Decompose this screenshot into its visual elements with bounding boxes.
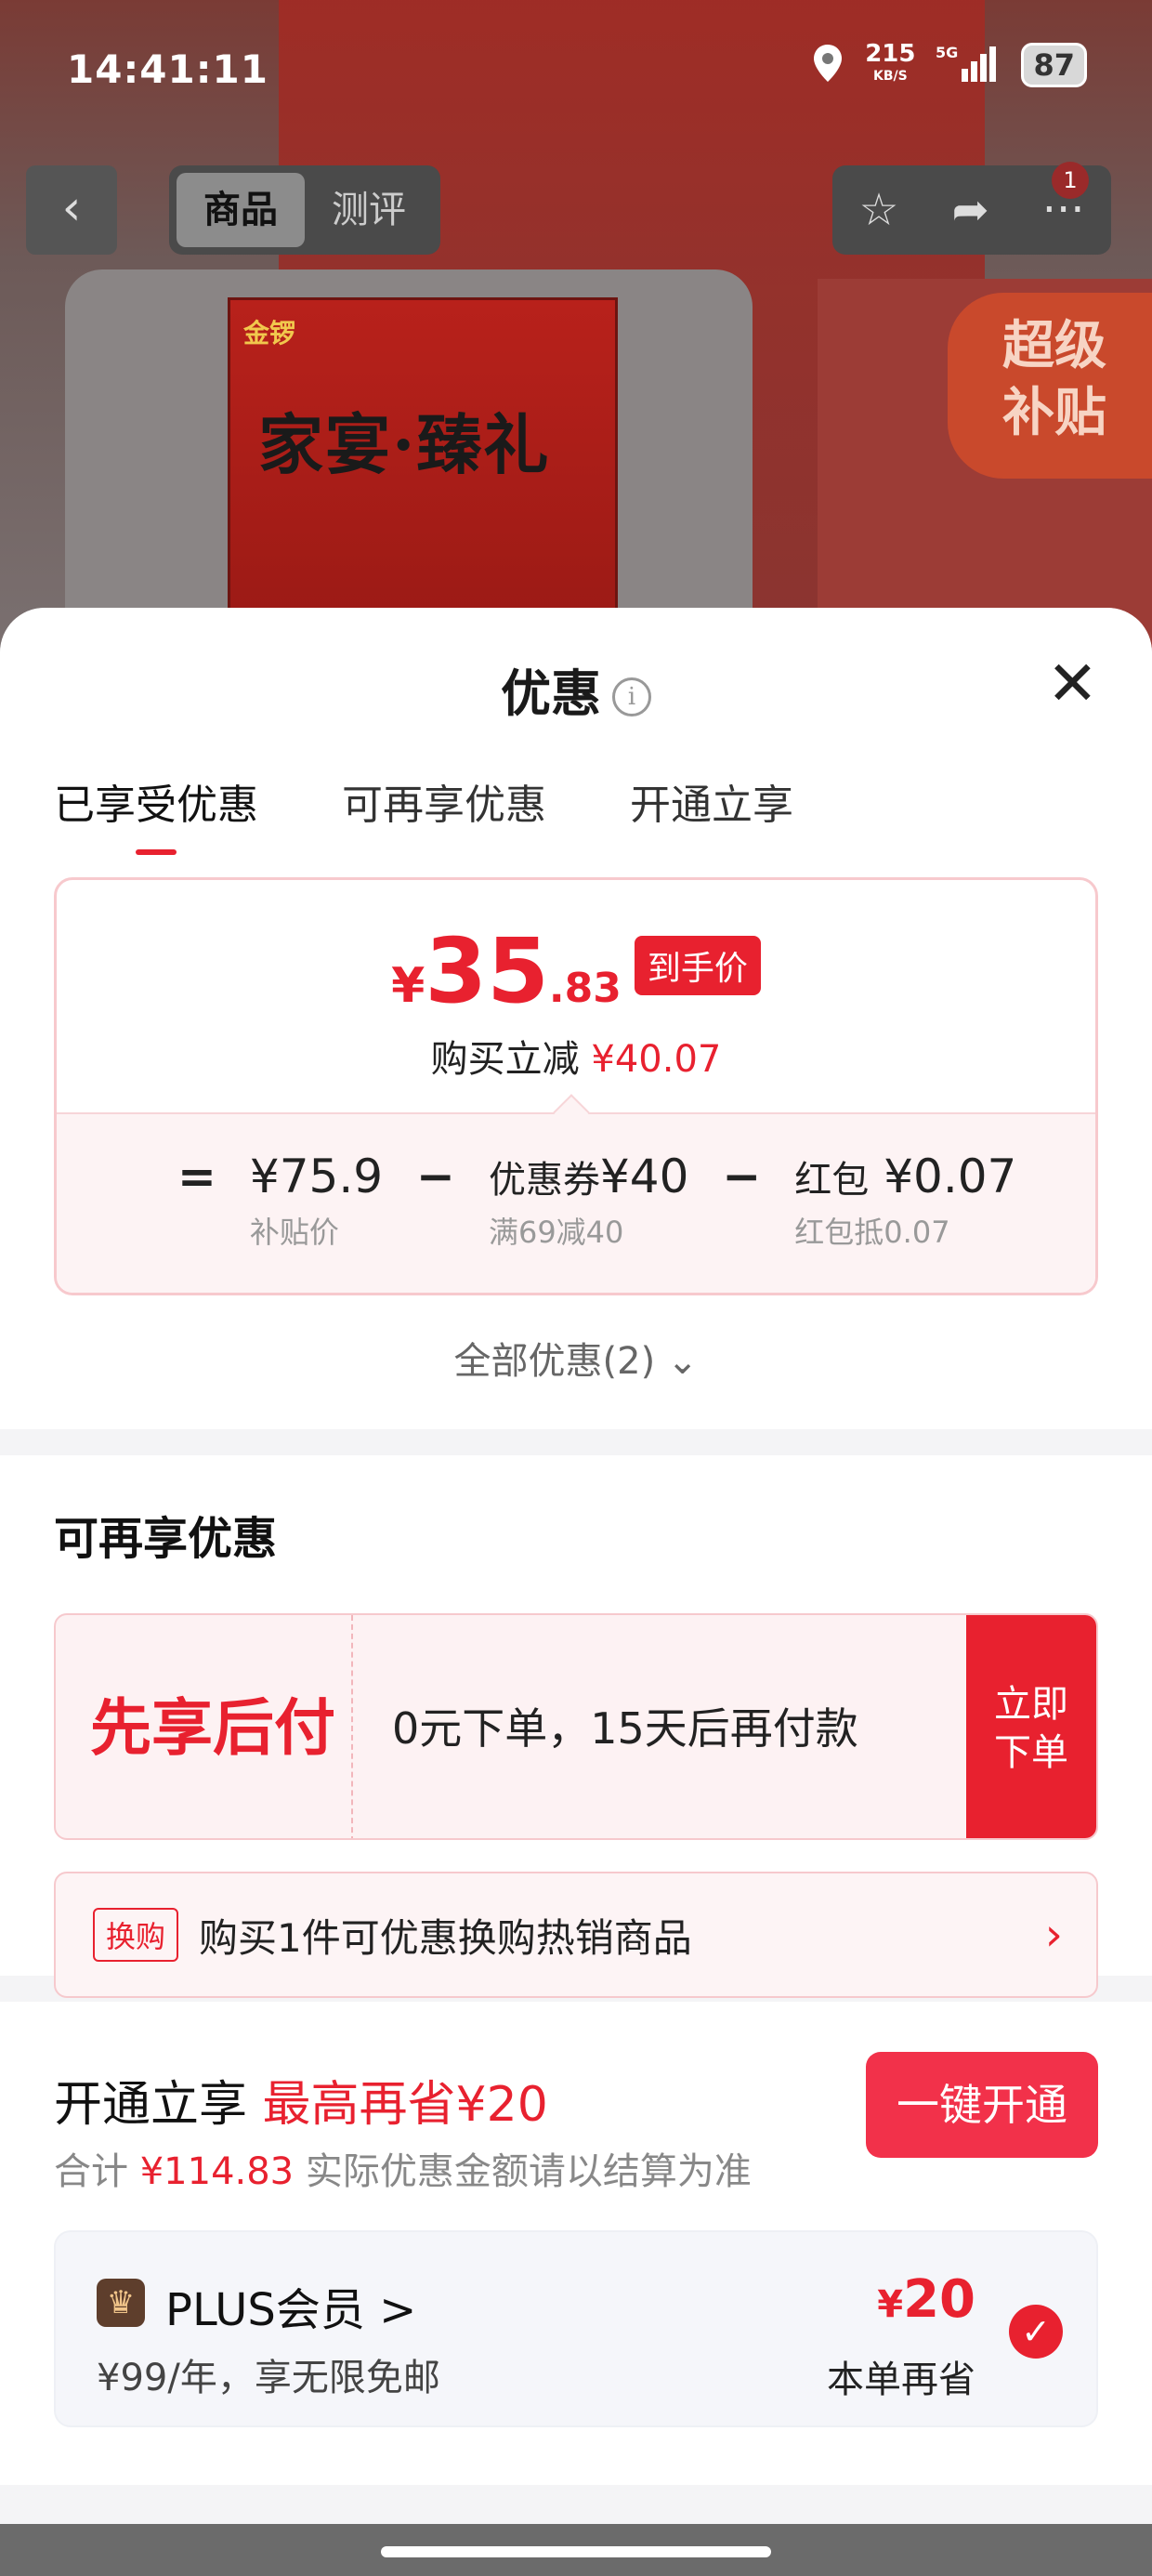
discount-tabs: 已享受优惠 可再享优惠 开通立享 xyxy=(54,771,793,831)
signal-icon: 5G xyxy=(936,43,1001,87)
share-icon[interactable]: ➦ xyxy=(952,184,989,236)
final-price: ¥ 35 .83 到手价 xyxy=(57,919,1095,1023)
home-indicator[interactable] xyxy=(381,2546,771,2557)
crown-icon: ♛ xyxy=(97,2279,145,2327)
info-icon[interactable]: i xyxy=(612,677,651,717)
page-segment-control: 商品 测评 xyxy=(169,165,440,255)
save-label: 本单再省 xyxy=(827,2359,975,2401)
status-icons: 215 KB/S 5G 87 xyxy=(811,40,1087,87)
price-breakdown: = ¥75.9 补贴价 − 优惠券¥40 满69减40 − 红包 ¥0.07 红… xyxy=(57,1094,1095,1293)
enjoyed-discount-section: 优惠 i ✕ 已享受优惠 可再享优惠 开通立享 ¥ 35 .83 到手价 购买立减… xyxy=(0,608,1152,1429)
brand-logo: 金锣 xyxy=(243,318,296,348)
open-membership-section: 开通立享 最高再省¥20 合计 ¥114.83 实际优惠金额请以结算为准 一键开… xyxy=(0,2002,1152,2485)
tab-goods[interactable]: 商品 xyxy=(177,173,305,247)
pay-later-name: 先享后付 xyxy=(74,1615,353,1838)
badge-line-2: 补贴 xyxy=(1002,383,1106,443)
battery-indicator: 87 xyxy=(1021,43,1087,87)
price-formula: = ¥75.9 补贴价 − 优惠券¥40 满69减40 − 红包 ¥0.07 红… xyxy=(177,1150,1016,1252)
swap-tag: 换购 xyxy=(93,1908,179,1962)
location-icon xyxy=(811,43,844,87)
badge-line-1: 超级 xyxy=(1002,316,1106,376)
pay-later-desc: 0元下单，15天后再付款 xyxy=(392,1703,858,1754)
discount-sheet: 优惠 i ✕ 已享受优惠 可再享优惠 开通立享 ¥ 35 .83 到手价 购买立减… xyxy=(0,608,1152,2576)
gift-box-title: 家宴·臻礼 xyxy=(258,406,551,483)
swap-offer-row[interactable]: 换购 购买1件可优惠换购热销商品 › xyxy=(54,1872,1098,1998)
product-top-nav: ‹ 商品 测评 ☆ ➦ ··· 1 xyxy=(0,162,1152,255)
coupon-term: 优惠券¥40 满69减40 xyxy=(488,1150,689,1250)
more-discount-title: 可再享优惠 xyxy=(54,1513,278,1565)
one-click-open-button[interactable]: 一键开通 xyxy=(866,2052,1098,2158)
minus-sign: − xyxy=(416,1150,455,1203)
plus-member-name[interactable]: PLUS会员 > xyxy=(165,2273,416,2338)
sheet-title: 优惠 i xyxy=(0,652,1152,726)
tab-enjoyed[interactable]: 已享受优惠 xyxy=(54,771,258,831)
subsidy-price-term: ¥75.9 补贴价 xyxy=(249,1150,384,1250)
swap-text: 购买1件可优惠换购热销商品 xyxy=(199,1914,692,1961)
super-subsidy-badge: 超级 补贴 xyxy=(948,293,1152,479)
all-discounts-toggle[interactable]: 全部优惠(2) ⌄ xyxy=(0,1331,1152,1385)
svg-text:5G: 5G xyxy=(936,44,958,61)
tab-more[interactable]: 可再享优惠 xyxy=(342,771,546,831)
save-amount: ¥20 xyxy=(877,2269,975,2330)
network-speed: 215 KB/S xyxy=(865,40,916,84)
back-button[interactable]: ‹ xyxy=(26,165,117,255)
equals-sign: = xyxy=(177,1150,216,1203)
check-icon[interactable]: ✓ xyxy=(1009,2305,1063,2359)
final-price-card: ¥ 35 .83 到手价 购买立减 ¥40.07 = ¥75.9 补贴价 − 优… xyxy=(54,877,1098,1295)
clock: 14:41:11 xyxy=(67,46,268,92)
more-discount-section: 可再享优惠 先享后付 0元下单，15天后再付款 立即 下单 换购 购买1件可优惠… xyxy=(0,1455,1152,1998)
close-button[interactable]: ✕ xyxy=(1047,653,1098,715)
final-price-tag: 到手价 xyxy=(634,936,761,995)
order-now-button[interactable]: 立即 下单 xyxy=(966,1615,1096,1838)
top-tools: ☆ ➦ ··· 1 xyxy=(832,162,1111,255)
close-icon: ✕ xyxy=(1046,648,1098,719)
gift-box-image: 金锣 家宴·臻礼 xyxy=(228,297,618,632)
plus-member-card[interactable]: ♛ PLUS会员 > ¥99/年，享无限免邮 ¥20 本单再省 ✓ xyxy=(54,2230,1098,2427)
status-bar: 14:41:11 215 KB/S 5G 87 xyxy=(0,0,1152,139)
message-badge: 1 xyxy=(1052,162,1089,199)
home-indicator-bar xyxy=(0,2524,1152,2576)
plus-member-price: ¥99/年，享无限免邮 xyxy=(97,2357,440,2399)
final-price-header: ¥ 35 .83 到手价 购买立减 ¥40.07 xyxy=(57,880,1095,1112)
instant-reduction: 购买立减 ¥40.07 xyxy=(430,1038,722,1081)
star-icon[interactable]: ☆ xyxy=(858,184,898,236)
pay-later-card[interactable]: 先享后付 0元下单，15天后再付款 立即 下单 xyxy=(54,1613,1098,1840)
tab-review[interactable]: 测评 xyxy=(305,173,433,247)
red-packet-term: 红包 ¥0.07 红包抵0.07 xyxy=(794,1150,1017,1250)
open-membership-title: 开通立享 最高再省¥20 xyxy=(54,2077,548,2133)
chevron-left-icon: ‹ xyxy=(61,180,82,236)
minus-sign-2: − xyxy=(722,1150,762,1203)
tab-open[interactable]: 开通立享 xyxy=(630,771,793,831)
chevron-right-icon: › xyxy=(1044,1909,1063,1961)
open-total: 合计 ¥114.83 实际优惠金额请以结算为准 xyxy=(54,2150,752,2193)
